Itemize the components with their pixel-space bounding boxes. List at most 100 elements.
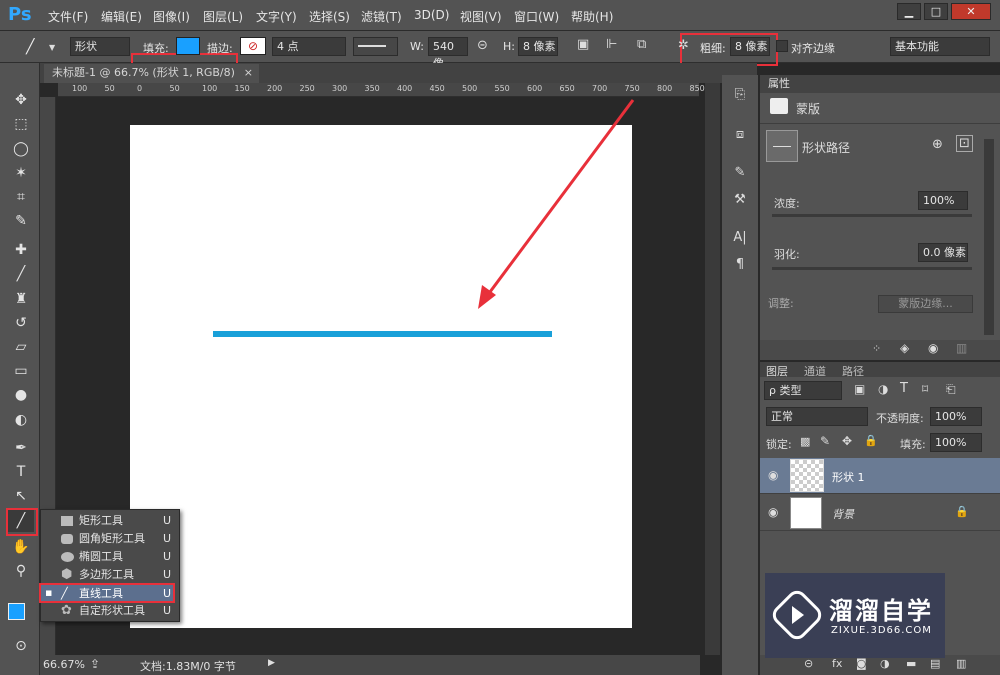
layer-row-shape[interactable]: ◉ 形状 1 [760, 458, 1000, 494]
workspace-select[interactable]: 基本功能 [890, 37, 990, 56]
paragraph-panel-icon[interactable]: ¶ [728, 255, 752, 275]
menu-edit[interactable]: 编辑(E) [101, 8, 142, 25]
polygon-tool-item[interactable]: ⬢ 多边形工具 U [41, 566, 179, 584]
layer-filter-select[interactable]: ρ 类型 [764, 381, 842, 400]
filter-smart-icon[interactable]: ⎗ [946, 382, 956, 397]
history-panel-icon[interactable]: ⎘ [728, 85, 752, 105]
menu-3d[interactable]: 3D(D) [414, 8, 449, 22]
opacity-input[interactable]: 100% [930, 407, 982, 426]
pen-tool-icon[interactable]: ✒ [8, 437, 34, 459]
eye-icon[interactable]: ◉ [768, 468, 778, 482]
path-operations-icon[interactable]: ▣ [577, 37, 589, 52]
load-selection-icon[interactable]: ⁘ [872, 342, 881, 355]
stroke-swatch[interactable]: ⊘ [240, 37, 266, 55]
layer-fill-input[interactable]: 100% [930, 433, 982, 452]
swatches-panel-icon[interactable]: ⧈ [728, 125, 752, 145]
layer-row-background[interactable]: ◉ 背景 🔒 [760, 495, 1000, 531]
fx-icon[interactable]: fx [832, 657, 842, 670]
zoom-level[interactable]: 66.67% [43, 658, 85, 671]
gradient-tool-icon[interactable]: ▭ [8, 360, 34, 382]
line-tool-preset-icon[interactable]: ╱ [26, 39, 42, 55]
eyedropper-icon[interactable]: ✎ [8, 210, 34, 232]
menu-select[interactable]: 选择(S) [309, 8, 350, 25]
fill-swatch[interactable] [176, 37, 200, 55]
minimize-button[interactable]: ▁ [897, 3, 921, 20]
brush-panel-icon[interactable]: ✎ [728, 163, 752, 183]
path-selection-icon[interactable]: ↖ [8, 485, 34, 507]
quick-mask-icon[interactable]: ⊙ [8, 635, 34, 657]
brush-tool-icon[interactable]: ╱ [8, 263, 34, 285]
menu-filter[interactable]: 滤镜(T) [361, 8, 402, 25]
stroke-size-select[interactable]: 4 点 [272, 37, 346, 56]
path-arrangement-icon[interactable]: ⧉ [637, 37, 646, 52]
feather-slider[interactable] [772, 267, 972, 270]
density-input[interactable]: 100% [918, 191, 968, 210]
filter-pixel-icon[interactable]: ▣ [854, 382, 865, 396]
tool-mode-select[interactable]: 形状 [70, 37, 130, 56]
marquee-tool-icon[interactable]: ⬚ [8, 113, 34, 135]
width-input[interactable]: 540 像 [428, 37, 468, 70]
zoom-tool-icon[interactable]: ⚲ [8, 560, 34, 582]
apply-mask-icon[interactable]: ◈ [900, 341, 909, 355]
maximize-button[interactable]: □ [924, 3, 948, 20]
magic-wand-icon[interactable]: ✶ [8, 162, 34, 184]
feather-input[interactable]: 0.0 像素 [918, 243, 968, 262]
history-brush-icon[interactable]: ↺ [8, 312, 34, 334]
ellipse-tool-item[interactable]: 椭圆工具 U [41, 548, 179, 566]
eye-icon[interactable]: ◉ [768, 505, 778, 519]
properties-tab[interactable]: 属性 [760, 75, 1000, 93]
layer-name[interactable]: 背景 [832, 506, 854, 522]
gear-icon[interactable]: ✲ [678, 38, 689, 53]
status-arrow-icon[interactable]: ▶ [268, 658, 275, 668]
tab-channels[interactable]: 通道 [804, 363, 826, 379]
lock-all-icon[interactable]: 🔒 [864, 434, 878, 447]
vertical-scrollbar[interactable] [705, 83, 720, 655]
menu-type[interactable]: 文字(Y) [256, 8, 297, 25]
type-tool-icon[interactable]: T [8, 461, 34, 483]
lock-transparent-icon[interactable]: ▩ [800, 435, 810, 448]
preset-dropdown-icon[interactable]: ▼ [49, 43, 55, 52]
stamp-tool-icon[interactable]: ♜ [8, 288, 34, 310]
share-icon[interactable]: ⇪ [90, 657, 100, 671]
menu-view[interactable]: 视图(V) [460, 8, 502, 25]
link-icon[interactable]: ⊝ [477, 38, 488, 53]
lock-move-icon[interactable]: ✥ [842, 434, 852, 448]
layer-name[interactable]: 形状 1 [832, 469, 865, 485]
menu-image[interactable]: 图像(I) [153, 8, 190, 25]
density-slider[interactable] [772, 214, 972, 217]
weight-input[interactable]: 8 像素 [730, 37, 770, 56]
menu-window[interactable]: 窗口(W) [514, 8, 559, 25]
blend-mode-select[interactable]: 正常 [766, 407, 868, 426]
tool-presets-icon[interactable]: ⚒ [728, 190, 752, 210]
lasso-tool-icon[interactable]: ◯ [8, 138, 34, 160]
properties-scrollbar[interactable] [984, 139, 994, 335]
height-input[interactable]: 8 像素 [518, 37, 558, 56]
tab-layers[interactable]: 图层 [766, 363, 788, 379]
adjustment-layer-icon[interactable]: ◑ [880, 657, 890, 670]
tab-paths[interactable]: 路径 [842, 363, 864, 379]
close-window-button[interactable]: ✕ [951, 3, 991, 20]
new-layer-icon[interactable]: ▤ [930, 657, 940, 670]
path-alignment-icon[interactable]: ⊩ [606, 37, 617, 52]
move-tool-icon[interactable]: ✥ [8, 89, 34, 111]
group-icon[interactable]: ▬ [906, 657, 916, 670]
foreground-color-swatch[interactable] [8, 603, 25, 620]
rounded-rectangle-tool-item[interactable]: 圆角矩形工具 U [41, 530, 179, 548]
dodge-tool-icon[interactable]: ◐ [8, 409, 34, 431]
mask-edge-button[interactable]: 蒙版边缘... [878, 295, 973, 313]
line-tool-icon[interactable]: ╱ [8, 510, 34, 532]
add-mask-icon[interactable]: ⊕ [932, 137, 943, 152]
link-layers-icon[interactable]: ⊝ [804, 657, 813, 670]
vector-mask-icon[interactable]: ⊡ [956, 135, 973, 152]
menu-layer[interactable]: 图层(L) [203, 8, 243, 25]
line-tool-item[interactable]: ▪ ╱ 直线工具 U [39, 583, 175, 603]
menu-file[interactable]: 文件(F) [48, 8, 88, 25]
close-tab-icon[interactable]: × [244, 64, 253, 82]
visibility-icon[interactable]: ◉ [928, 341, 938, 355]
custom-shape-tool-item[interactable]: ✿ 自定形状工具 U [41, 602, 179, 620]
menu-help[interactable]: 帮助(H) [571, 8, 613, 25]
stroke-type-select[interactable] [353, 37, 398, 56]
rectangle-tool-item[interactable]: 矩形工具 U [41, 512, 179, 530]
filter-adjust-icon[interactable]: ◑ [878, 382, 888, 396]
add-mask-icon[interactable]: ◙ [856, 657, 867, 670]
